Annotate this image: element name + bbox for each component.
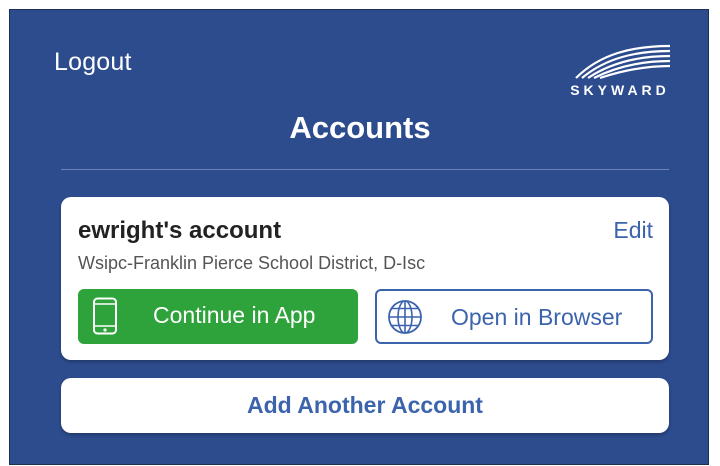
app-screen: Logout SKYWARD Accounts ewright's accoun…	[9, 9, 709, 465]
globe-icon	[388, 300, 422, 334]
add-another-account-button[interactable]: Add Another Account	[61, 378, 669, 433]
edit-account-link[interactable]: Edit	[613, 217, 653, 244]
logo-wordmark: SKYWARD	[570, 82, 670, 98]
logout-link[interactable]: Logout	[54, 48, 132, 77]
page-title: Accounts	[289, 110, 431, 145]
skyward-logo: SKYWARD	[570, 44, 671, 98]
header-divider	[61, 169, 669, 170]
phone-icon	[93, 297, 117, 335]
open-in-browser-button[interactable]: Open in Browser	[375, 289, 653, 344]
account-name: ewright's account	[78, 217, 282, 244]
open-in-browser-label: Open in Browser	[451, 304, 623, 330]
account-district: Wsipc-Franklin Pierce School District, D…	[78, 253, 426, 273]
continue-in-app-label: Continue in App	[153, 302, 316, 328]
continue-in-app-button[interactable]: Continue in App	[78, 289, 358, 344]
account-card: ewright's account Edit Wsipc-Franklin Pi…	[61, 197, 669, 360]
